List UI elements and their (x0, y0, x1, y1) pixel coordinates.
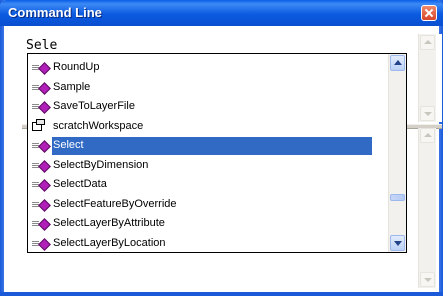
autocomplete-item[interactable]: RoundUp (28, 58, 388, 78)
autocomplete-item[interactable]: Select (28, 136, 388, 156)
autocomplete-item-label: RoundUp (53, 61, 100, 73)
autocomplete-item[interactable]: scratchWorkspace (28, 117, 388, 137)
autocomplete-item-label: Select (53, 139, 84, 151)
tool-icon (32, 218, 52, 231)
autocomplete-item-label: SelectData (53, 178, 107, 190)
popup-scroll-thumb[interactable] (390, 194, 405, 201)
tool-icon (32, 101, 52, 114)
tool-icon (32, 198, 52, 212)
tool-icon (32, 62, 52, 75)
tool-icon (32, 159, 52, 173)
tool-icon (32, 81, 52, 95)
tool-icon (32, 179, 52, 192)
window-frame-bottom (0, 292, 443, 296)
output-scroll-down-arrow[interactable] (420, 272, 435, 287)
output-scroll-up-arrow[interactable] (420, 128, 435, 143)
autocomplete-popup[interactable]: RoundUp Sample SaveToLayerFile scratchWorks… (27, 53, 407, 253)
autocomplete-item[interactable]: Sample (28, 78, 388, 98)
output-scrollbar[interactable] (418, 128, 436, 288)
autocomplete-item[interactable]: SelectByDimension (28, 156, 388, 176)
autocomplete-list[interactable]: RoundUp Sample SaveToLayerFile scratchWorks… (28, 58, 388, 253)
input-scrollbar[interactable] (418, 34, 436, 122)
tool-icon (32, 140, 52, 153)
autocomplete-item-label: SelectByDimension (53, 158, 149, 171)
input-scroll-down-arrow[interactable] (420, 106, 435, 121)
autocomplete-item-label: SelectFeatureByOverride (53, 197, 177, 210)
autocomplete-item[interactable]: SaveToLayerFile (28, 97, 388, 117)
autocomplete-item-label: SelectLayerByAttribute (53, 217, 165, 229)
popup-scroll-down-arrow[interactable] (390, 235, 405, 251)
close-button[interactable] (421, 5, 437, 21)
command-input[interactable] (26, 36, 426, 54)
popup-scrollbar[interactable] (388, 54, 406, 252)
input-scroll-up-arrow[interactable] (420, 35, 435, 50)
command-line-window: Command Line RoundUp Sample SaveToLayerFil… (0, 0, 443, 296)
autocomplete-item[interactable]: SelectData (28, 175, 388, 195)
popup-scroll-up-arrow[interactable] (390, 55, 405, 71)
title-bar[interactable]: Command Line (0, 0, 443, 26)
autocomplete-item-label: SelectLayerByLocation (53, 236, 166, 249)
autocomplete-item[interactable]: SelectLayerByLocation (28, 234, 388, 254)
autocomplete-item-label: Sample (53, 80, 91, 93)
autocomplete-item-label: SaveToLayerFile (53, 100, 135, 112)
autocomplete-item[interactable]: SelectLayerByAttribute (28, 214, 388, 234)
autocomplete-item[interactable]: SelectFeatureByOverride (28, 195, 388, 215)
autocomplete-item-label: scratchWorkspace (53, 119, 144, 132)
window-title: Command Line (8, 5, 102, 20)
selection-highlight (52, 137, 372, 155)
tool-icon (32, 237, 52, 251)
workspace-icon (32, 118, 52, 133)
